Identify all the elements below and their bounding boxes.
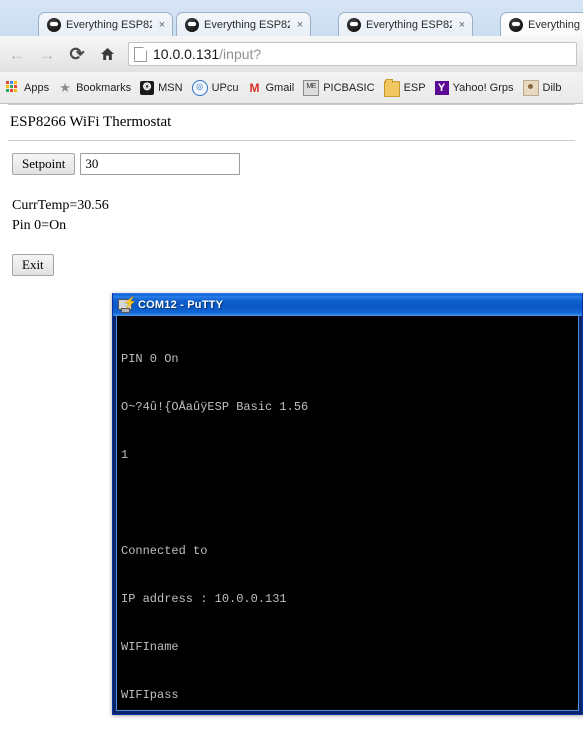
setpoint-input[interactable] — [80, 153, 241, 175]
setpoint-button[interactable]: Setpoint — [12, 153, 76, 175]
bookmarks-bar: Apps ★ Bookmarks ❂ MSN ◎ UPcu M Gmail ME… — [0, 72, 583, 104]
bookmark-label: ESP — [403, 81, 426, 94]
exit-button-wrap: Exit — [0, 236, 583, 276]
tab-favicon-icon — [47, 17, 61, 32]
forward-arrow-icon[interactable]: → — [34, 41, 60, 67]
browser-tab-1[interactable]: Everything ESP8266 - × — [38, 12, 173, 36]
terminal-line: WIFIname — [121, 640, 179, 654]
tab-title: Everything ESP8266 - — [204, 18, 290, 31]
tab-favicon-icon — [347, 17, 361, 32]
upcu-icon: ◎ — [191, 79, 208, 96]
tab-title: Everything ESP8266 - — [66, 18, 152, 31]
dilbert-icon — [522, 79, 539, 96]
picbasic-icon: ME — [303, 79, 320, 96]
yahoo-icon: Y — [434, 80, 449, 95]
tab-title: Everything — [528, 18, 580, 31]
terminal-line: O~?4û!{OÅaûÿESP Basic 1.56 — [121, 400, 309, 414]
putty-window[interactable]: ⚡ COM12 - PuTTY PIN 0 On O~?4û!{OÅaûÿESP… — [112, 293, 583, 715]
bookmark-label: Apps — [24, 81, 50, 94]
bookmark-label: Bookmarks — [76, 81, 132, 94]
putty-computer-icon: ⚡ — [117, 297, 137, 313]
page-title: ESP8266 WiFi Thermostat — [10, 114, 172, 130]
putty-window-title: COM12 - PuTTY — [138, 299, 224, 311]
bookmark-label: Yahoo! Grps — [452, 81, 514, 94]
bookmark-yahoo-grps[interactable]: Y Yahoo! Grps — [434, 80, 514, 95]
bookmark-label: UPcu — [211, 81, 239, 94]
tab-close-icon[interactable]: × — [294, 19, 306, 31]
pin-state-readout: Pin 0=On — [12, 218, 67, 233]
bookmark-bookmarks[interactable]: ★ Bookmarks — [58, 81, 131, 95]
tab-title: Everything ESP8266 - — [366, 18, 452, 31]
apps-grid-icon — [6, 80, 20, 95]
address-bar-url: 10.0.0.131 — [153, 46, 220, 62]
setpoint-form: Setpoint — [0, 141, 583, 175]
bookmark-label: MSN — [158, 81, 183, 94]
terminal-line: IP address : 10.0.0.131 — [121, 592, 287, 606]
terminal-line: WIFIpass — [121, 688, 179, 702]
address-bar[interactable]: 10.0.0.131/input? — [128, 42, 577, 66]
terminal-output: PIN 0 On O~?4û!{OÅaûÿESP Basic 1.56 1 Co… — [117, 316, 578, 710]
bookmark-label: Dilb — [542, 81, 562, 94]
terminal-line: 1 — [121, 448, 129, 462]
msn-butterfly-icon: ❂ — [140, 80, 155, 95]
browser-tab-3[interactable]: Everything ESP8266 - × — [338, 12, 473, 36]
tab-close-icon[interactable]: × — [456, 19, 468, 31]
bookmark-label: PICBASIC — [323, 81, 375, 94]
terminal-line: PIN 0 On — [121, 352, 179, 366]
page-document-icon — [134, 46, 147, 62]
tab-strip: Everything ESP8266 - × Everything ESP826… — [0, 0, 583, 36]
bookmark-label: Gmail — [265, 81, 295, 94]
browser-chrome: Everything ESP8266 - × Everything ESP826… — [0, 0, 583, 104]
bookmark-apps[interactable]: Apps — [6, 80, 49, 95]
screen-root: Everything ESP8266 - × Everything ESP826… — [0, 0, 583, 749]
terminal-line: Connected to — [121, 544, 208, 558]
exit-button[interactable]: Exit — [12, 254, 54, 276]
bookmark-picbasic[interactable]: ME PICBASIC — [303, 79, 375, 96]
tab-close-icon[interactable]: × — [156, 19, 168, 31]
putty-terminal[interactable]: PIN 0 On O~?4û!{OÅaûÿESP Basic 1.56 1 Co… — [116, 315, 579, 711]
bookmark-dilbert[interactable]: Dilb — [522, 79, 562, 96]
folder-icon — [383, 78, 400, 97]
home-icon[interactable] — [94, 41, 120, 67]
browser-toolbar: ← → ⟳ 10.0.0.131/input? — [0, 36, 583, 73]
tab-favicon-icon — [185, 17, 199, 32]
gmail-icon: M — [249, 80, 260, 95]
bookmark-gmail[interactable]: M Gmail — [247, 81, 294, 95]
putty-title-bar[interactable]: ⚡ COM12 - PuTTY — [113, 293, 582, 316]
bookmark-msn[interactable]: ❂ MSN — [140, 80, 183, 95]
browser-tab-4[interactable]: Everything — [500, 12, 583, 36]
bookmark-esp[interactable]: ESP — [383, 78, 426, 97]
back-arrow-icon[interactable]: ← — [4, 41, 30, 67]
address-bar-path: /input? — [219, 46, 262, 62]
reload-icon[interactable]: ⟳ — [64, 41, 90, 67]
browser-tab-2[interactable]: Everything ESP8266 - × — [176, 12, 311, 36]
tab-favicon-icon — [509, 17, 523, 32]
star-icon: ★ — [59, 79, 71, 95]
current-temp-readout: CurrTemp=30.56 — [12, 198, 109, 213]
bookmark-upcu[interactable]: ◎ UPcu — [191, 79, 239, 96]
